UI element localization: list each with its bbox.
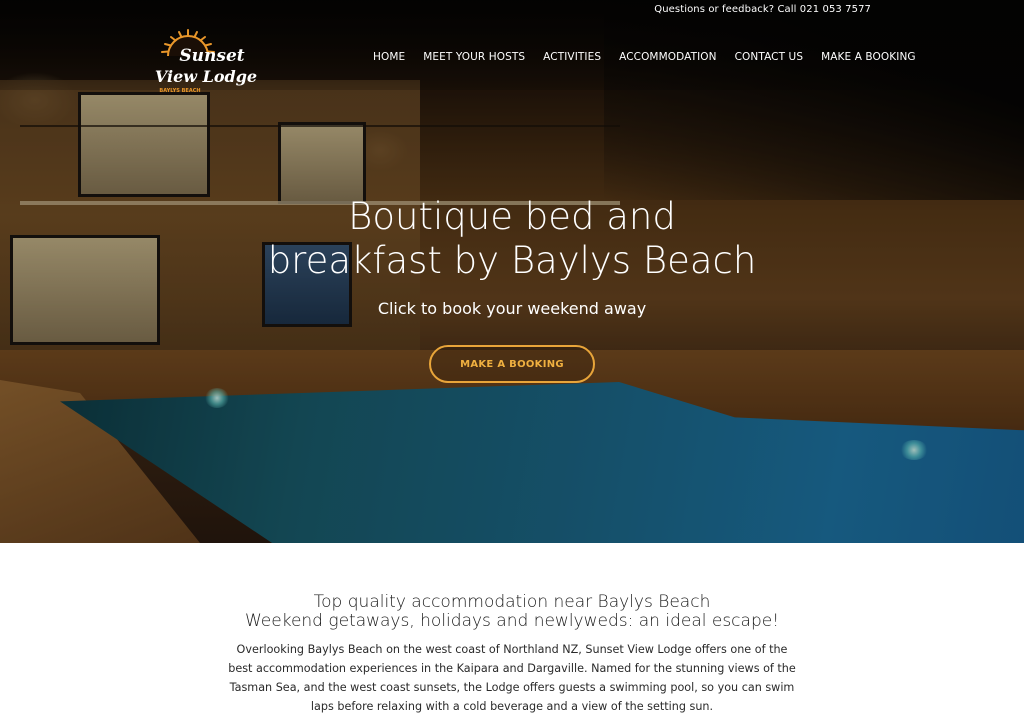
hero-title-line2: breakfast by Baylys Beach xyxy=(267,239,757,282)
intro-section: Top quality accommodation near Baylys Be… xyxy=(0,543,1024,718)
intro-paragraph: Overlooking Baylys Beach on the west coa… xyxy=(228,643,796,713)
contact-phone-text[interactable]: Questions or feedback? Call 021 053 7577 xyxy=(654,4,871,15)
logo-tagline: BAYLYS BEACH xyxy=(159,88,200,94)
site-logo[interactable]: Sunset View Lodge BAYLYS BEACH xyxy=(152,24,262,96)
hero-subtitle: Click to book your weekend away xyxy=(377,299,647,318)
logo-text-sunset: Sunset xyxy=(179,46,244,66)
intro-heading-line1: Top quality accommodation near Baylys Be… xyxy=(313,592,711,612)
logo-text-view-lodge: View Lodge xyxy=(155,67,257,86)
nav-activities[interactable]: ACTIVITIES xyxy=(543,51,601,63)
nav-accommodation[interactable]: ACCOMMODATION xyxy=(619,51,717,63)
hero-title: Boutique bed and breakfast by Baylys Bea… xyxy=(0,195,1024,283)
hero-title-line1: Boutique bed and xyxy=(348,195,676,238)
nav-home[interactable]: HOME xyxy=(373,51,405,63)
intro-heading-line2: Weekend getaways, holidays and newlyweds… xyxy=(244,611,780,631)
nav-make-a-booking[interactable]: MAKE A BOOKING xyxy=(821,51,916,63)
make-a-booking-button[interactable]: MAKE A BOOKING xyxy=(429,345,595,383)
main-nav: HOME MEET YOUR HOSTS ACTIVITIES ACCOMMOD… xyxy=(373,51,916,63)
nav-meet-your-hosts[interactable]: MEET YOUR HOSTS xyxy=(423,51,525,63)
hero-section: Questions or feedback? Call 021 053 7577… xyxy=(0,0,1024,543)
nav-contact-us[interactable]: CONTACT US xyxy=(735,51,803,63)
intro-heading: Top quality accommodation near Baylys Be… xyxy=(0,593,1024,631)
sunburst-icon: Sunset View Lodge BAYLYS BEACH xyxy=(155,29,257,94)
